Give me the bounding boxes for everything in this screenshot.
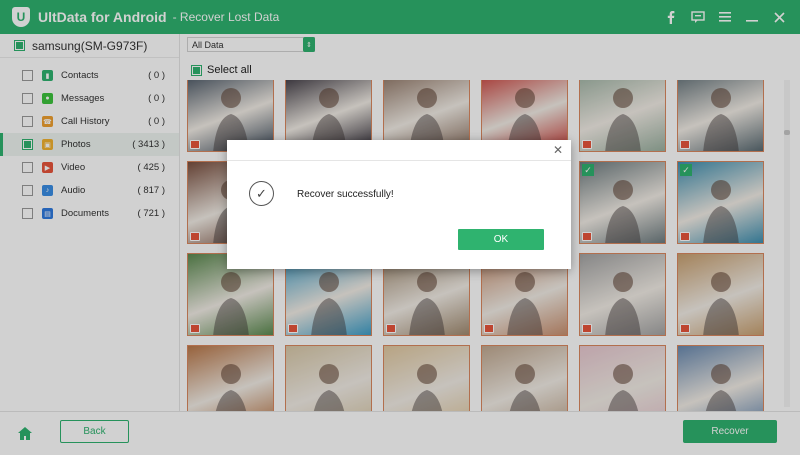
- success-dialog: ✕ ✓ Recover successfully! OK: [227, 140, 571, 269]
- dialog-close-icon[interactable]: ✕: [551, 142, 565, 158]
- dialog-header: [227, 140, 571, 161]
- success-check-icon: ✓: [249, 181, 274, 206]
- ok-button[interactable]: OK: [458, 229, 544, 250]
- dialog-message: Recover successfully!: [297, 189, 394, 200]
- modal-overlay: ✕ ✓ Recover successfully! OK: [0, 0, 800, 455]
